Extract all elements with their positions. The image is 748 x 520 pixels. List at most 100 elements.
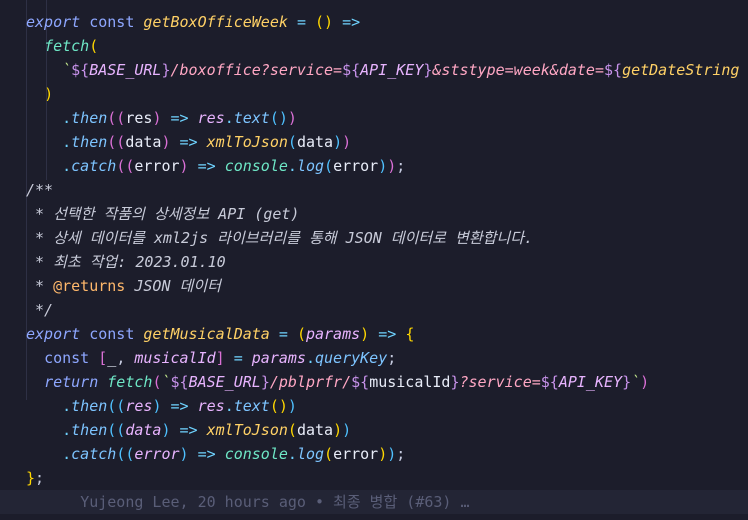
code-token: * 최초 작업: 2023.01.10 <box>26 253 226 271</box>
blame-annotation: Yujeong Lee, 20 hours ago • 최종 병합 (#63) … <box>80 493 470 511</box>
code-editor[interactable]: export const getBoxOfficeWeek = () => fe… <box>0 0 748 520</box>
code-line[interactable]: .catch((error) => console.log(error)); <box>0 154 748 178</box>
code-token: res <box>197 109 225 127</box>
code-token: () <box>269 109 288 127</box>
code-line[interactable]: .then((res) => res.text()) <box>0 394 748 418</box>
code-token: API_KEY <box>360 61 424 79</box>
code-token: ) <box>342 133 352 151</box>
code-token: @returns <box>53 277 126 295</box>
code-line[interactable]: .then((data) => xmlToJson(data)) <box>0 418 748 442</box>
code-token: res <box>197 397 225 415</box>
code-token: => <box>378 325 397 343</box>
code-line[interactable]: .then((res) => res.text()) <box>0 106 748 130</box>
code-token: => <box>179 421 198 439</box>
code-token: ( <box>296 325 306 343</box>
code-token: . <box>287 445 297 463</box>
code-token: error <box>333 157 379 175</box>
code-token: then <box>71 397 108 415</box>
code-token: ) <box>44 85 54 103</box>
code-token: catch <box>71 445 117 463</box>
code-line[interactable]: * 선택한 작품의 상세정보 API (get) <box>0 202 748 226</box>
code-token: queryKey <box>315 349 388 367</box>
git-blame-line[interactable]: Yujeong Lee, 20 hours ago • 최종 병합 (#63) … <box>0 490 748 514</box>
code-token: { <box>405 325 415 343</box>
code-token: } <box>26 469 36 487</box>
code-token: . <box>62 397 72 415</box>
code-token: } <box>450 373 460 391</box>
code-line[interactable]: export const getMusicalData = (params) =… <box>0 322 748 346</box>
code-token: JSON 데이터 <box>125 277 221 295</box>
code-line[interactable]: * @returns JSON 데이터 <box>0 274 748 298</box>
code-line[interactable]: .then((data) => xmlToJson(data)) <box>0 130 748 154</box>
code-token: => <box>197 157 216 175</box>
code-token: ?service= <box>459 373 541 391</box>
code-token: const <box>89 325 135 343</box>
code-line[interactable]: fetch( <box>0 34 748 58</box>
code-token: ; <box>396 157 406 175</box>
code-token: xmlToJson <box>206 421 288 439</box>
code-token: * 상세 데이터를 xml2js 라이브러리를 통해 JSON 데이터로 변환합… <box>26 229 534 247</box>
code-token: } <box>622 373 632 391</box>
code-token: . <box>62 157 72 175</box>
code-token: ${ <box>71 61 90 79</box>
code-line[interactable]: * 최초 작업: 2023.01.10 <box>0 250 748 274</box>
code-token: (( <box>107 421 126 439</box>
code-token: getBoxOfficeWeek <box>143 13 288 31</box>
code-token: * 선택한 작품의 상세정보 API (get) <box>26 205 300 223</box>
code-token: fetch <box>44 37 90 55</box>
code-token: . <box>224 397 234 415</box>
code-line[interactable]: return fetch(`${BASE_URL}/pblprfr/${musi… <box>0 370 748 394</box>
code-token: (( <box>116 445 135 463</box>
code-token: error <box>134 157 180 175</box>
code-token: data <box>296 421 334 439</box>
code-line[interactable]: export const getBoxOfficeWeek = () => <box>0 10 748 34</box>
code-line[interactable]: `${BASE_URL}/boxoffice?service=${API_KEY… <box>0 58 748 82</box>
code-line[interactable]: const [_, musicalId] = params.queryKey; <box>0 346 748 370</box>
code-token: . <box>62 445 72 463</box>
code-token: } <box>161 61 171 79</box>
code-line[interactable]: .catch((error) => console.log(error)); <box>0 442 748 466</box>
code-token: export <box>26 325 81 343</box>
code-token: ) <box>342 421 352 439</box>
code-token: ) <box>179 445 189 463</box>
code-line[interactable]: ) <box>0 82 748 106</box>
code-line[interactable]: /** <box>0 178 748 202</box>
code-token: musicalId <box>369 373 451 391</box>
code-token: getMusicalData <box>143 325 270 343</box>
code-token: return <box>44 373 99 391</box>
code-token: () <box>269 397 288 415</box>
code-token: res <box>125 397 153 415</box>
code-token: const <box>44 349 90 367</box>
code-token: ( <box>287 133 297 151</box>
code-token: */ <box>26 301 54 319</box>
code-token: then <box>71 421 108 439</box>
code-token: = <box>296 13 306 31</box>
code-token: ` <box>161 373 171 391</box>
code-token: => <box>342 13 361 31</box>
code-token: then <box>71 133 108 151</box>
code-token: ( <box>287 421 297 439</box>
code-line[interactable]: */ <box>0 298 748 322</box>
code-line[interactable]: * 상세 데이터를 xml2js 라이브러리를 통해 JSON 데이터로 변환합… <box>0 226 748 250</box>
code-token: (( <box>107 133 126 151</box>
code-line[interactable]: }; <box>0 466 748 490</box>
code-token: ${ <box>540 373 559 391</box>
code-token: console <box>224 445 288 463</box>
code-token: log <box>296 157 325 175</box>
